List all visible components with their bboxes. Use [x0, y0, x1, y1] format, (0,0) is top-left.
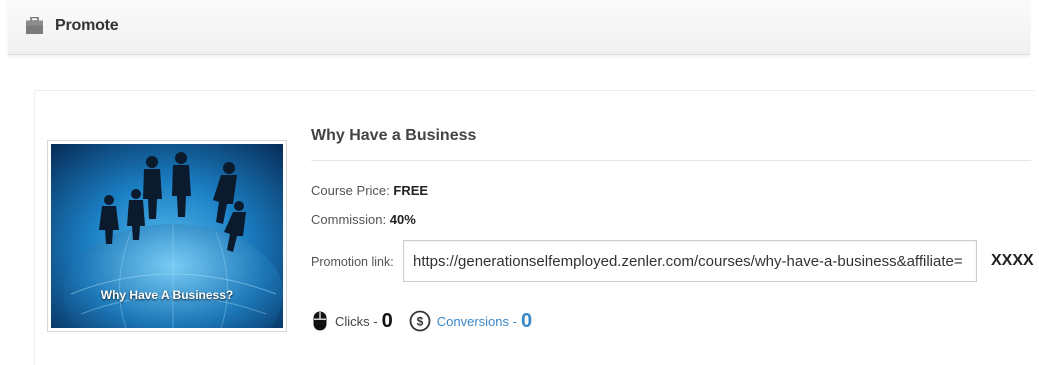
page-header: Promote	[8, 0, 1030, 55]
mouse-icon	[313, 311, 327, 331]
course-title: Why Have a Business	[311, 127, 477, 144]
commission-row: Commission: 40%	[311, 212, 416, 227]
svg-text:$: $	[416, 315, 423, 329]
title-divider	[311, 160, 1031, 161]
clicks-count: 0	[381, 309, 393, 332]
clicks-label: Clicks -	[335, 313, 378, 329]
course-price-label: Course Price:	[311, 183, 390, 198]
course-thumbnail-frame: Why Have A Business?	[47, 140, 287, 332]
conversions-stat[interactable]: $ Conversions - 0	[409, 310, 532, 333]
conversions-count: 0	[520, 309, 533, 332]
page-title: Promote	[55, 17, 119, 34]
dollar-circle-icon: $	[409, 310, 431, 332]
promotion-stats: Clicks - 0 $ Conversions - 0	[313, 307, 532, 335]
course-price-row: Course Price: FREE	[311, 183, 428, 198]
course-price-value: FREE	[393, 183, 429, 198]
clicks-stat: Clicks - 0	[313, 310, 393, 333]
conversions-label[interactable]: Conversions -	[437, 314, 517, 329]
course-thumbnail: Why Have A Business?	[51, 144, 283, 328]
promote-page: Promote Why Have A Business? Why Have a …	[0, 0, 1039, 365]
promotion-link-input[interactable]	[403, 240, 977, 282]
briefcase-icon	[26, 17, 43, 34]
thumbnail-caption: Why Have A Business?	[100, 288, 234, 302]
commission-value: 40%	[389, 212, 416, 227]
promotion-link-label: Promotion link:	[311, 255, 394, 269]
promotion-affiliate-id: XXXX	[991, 252, 1034, 269]
commission-label: Commission:	[311, 212, 387, 227]
